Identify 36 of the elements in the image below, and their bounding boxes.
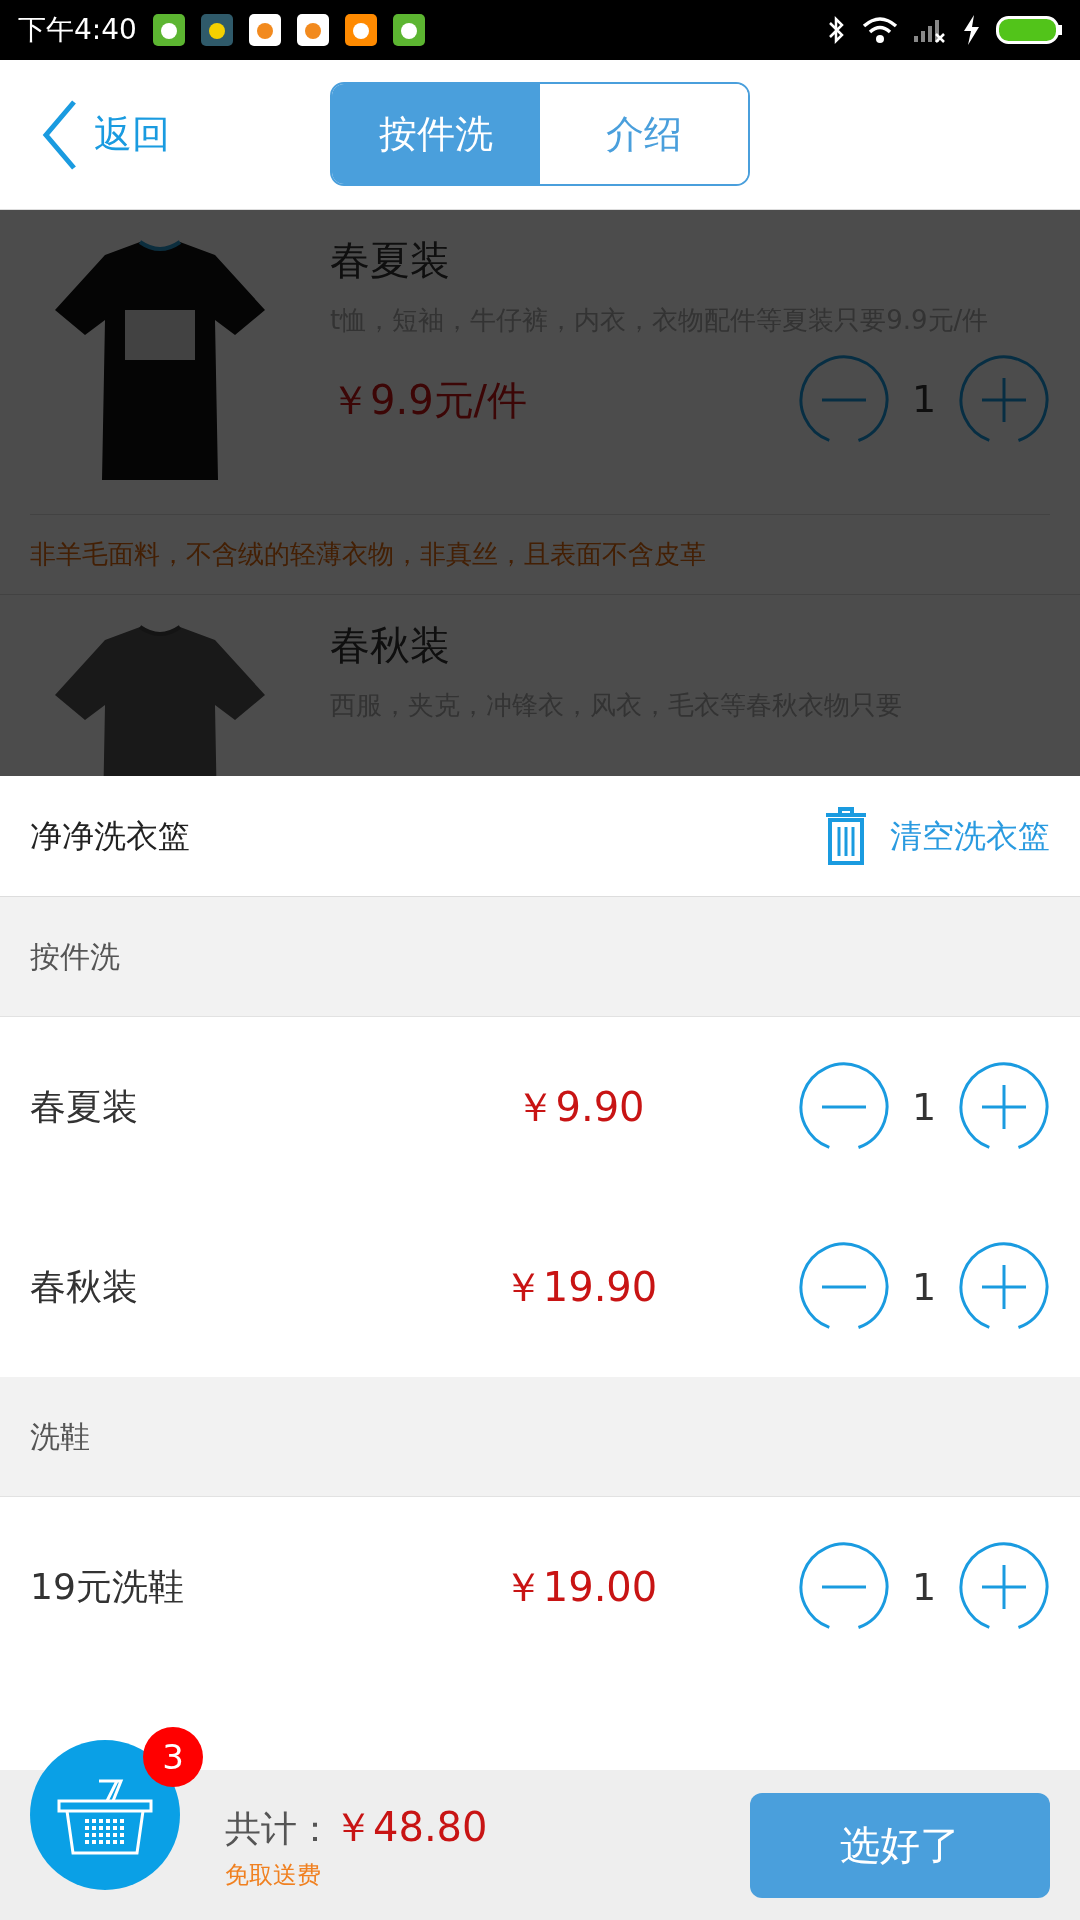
quantity-text: 1 <box>910 1563 938 1611</box>
section-header: 洗鞋 <box>30 1418 90 1456</box>
quantity-text: 1 <box>910 1263 938 1311</box>
app-notification-icon <box>392 14 425 46</box>
confirm-button[interactable]: 选好了 <box>750 1792 1050 1898</box>
product-price: ￥9.9元/件 <box>330 375 528 425</box>
item-name: 19元洗鞋 <box>30 1565 185 1609</box>
item-name: 春夏装 <box>30 1085 139 1129</box>
quantity-text: 1 <box>910 1083 938 1131</box>
item-price: ￥9.90 <box>515 1084 645 1130</box>
clear-basket-button[interactable]: 清空洗衣篮 <box>824 807 1050 865</box>
section-header: 按件洗 <box>30 938 120 976</box>
wifi-icon <box>862 16 898 44</box>
app-notification-icon <box>200 14 233 46</box>
trash-icon <box>824 807 868 865</box>
basket-title: 净净洗衣篮 <box>30 816 190 857</box>
app-notification-icon <box>248 14 281 46</box>
total-label: 共计： <box>225 1807 333 1851</box>
battery-icon <box>996 16 1062 44</box>
charging-icon <box>962 15 980 45</box>
item-name: 春秋装 <box>30 1265 139 1309</box>
product-title: 春夏装 <box>330 236 451 285</box>
segment-tab[interactable]: 按件洗 <box>332 84 540 184</box>
product-title: 春秋装 <box>330 621 451 670</box>
app-notification-icon <box>296 14 329 46</box>
total-price: ￥48.80 <box>333 1803 488 1852</box>
item-price: ￥19.00 <box>502 1564 658 1610</box>
product-note: 非羊毛面料，不含绒的轻薄衣物，非真丝，且表面不含皮革 <box>30 538 706 571</box>
quantity-text: 1 <box>910 376 938 424</box>
delivery-note: 免取送费 <box>225 1861 321 1889</box>
back-button[interactable]: 返回 <box>40 97 170 172</box>
bluetooth-icon <box>826 15 846 45</box>
app-notification-icon <box>344 14 377 46</box>
app-notification-icon <box>152 14 185 46</box>
item-price: ￥19.90 <box>502 1264 658 1310</box>
status-time: 下午4:40 <box>18 12 137 48</box>
